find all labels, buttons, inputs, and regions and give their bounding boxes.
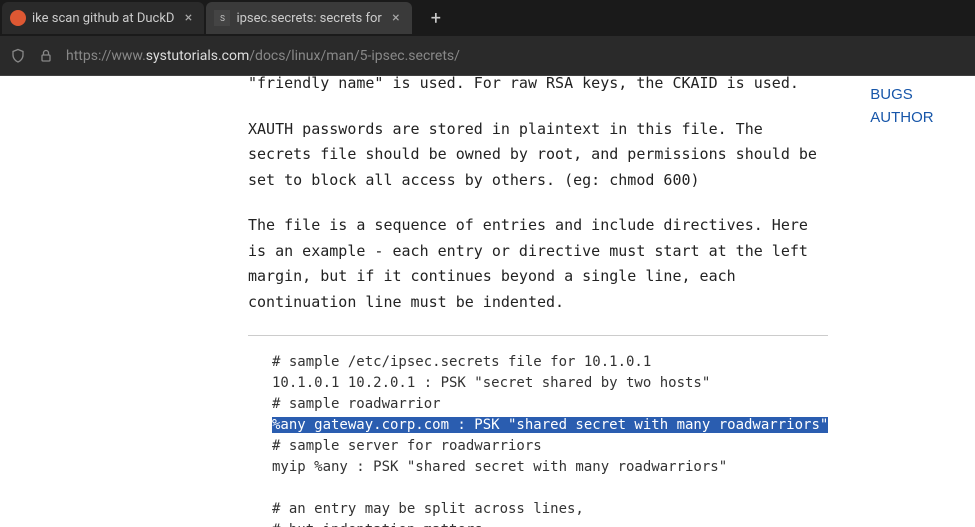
shield-icon[interactable] xyxy=(10,48,26,64)
tab-inactive[interactable]: ike scan github at DuckD × xyxy=(2,2,204,34)
url-path: /docs/linux/man/5-ipsec.secrets/ xyxy=(249,48,460,64)
code-line: # sample /etc/ipsec.secrets file for 10.… xyxy=(272,354,651,370)
lock-icon[interactable] xyxy=(38,48,54,64)
sidebar-link-author[interactable]: AUTHOR xyxy=(870,109,975,126)
code-line-selected: %any gateway.corp.com : PSK "shared secr… xyxy=(272,417,828,433)
tab-bar: ike scan github at DuckD × S ipsec.secre… xyxy=(0,0,975,36)
sidebar-link-bugs[interactable]: BUGS xyxy=(870,86,975,103)
code-line: # an entry may be split across lines, xyxy=(272,501,584,517)
code-line: # sample server for roadwarriors xyxy=(272,438,542,454)
code-line: # but indentation matters xyxy=(272,522,483,527)
tab-title: ike scan github at DuckD xyxy=(32,11,174,26)
paragraph: The file is a sequence of entries and in… xyxy=(248,213,828,315)
close-icon[interactable]: × xyxy=(388,10,404,26)
close-icon[interactable]: × xyxy=(180,10,196,26)
new-tab-button[interactable]: + xyxy=(422,4,450,32)
tab-active[interactable]: S ipsec.secrets: secrets for × xyxy=(206,2,411,34)
site-icon: S xyxy=(214,10,230,26)
main-content: "friendly name" is used. For raw RSA key… xyxy=(0,76,858,527)
code-line: 10.1.0.1 10.2.0.1 : PSK "secret shared b… xyxy=(272,375,710,391)
url-prefix: https://www. xyxy=(66,48,146,64)
content-area: "friendly name" is used. For raw RSA key… xyxy=(0,76,975,527)
paragraph: "friendly name" is used. For raw RSA key… xyxy=(248,76,828,97)
duckduckgo-icon xyxy=(10,10,26,26)
tab-title: ipsec.secrets: secrets for xyxy=(236,11,381,26)
sidebar: BUGS AUTHOR xyxy=(858,76,975,527)
code-line: myip %any : PSK "shared secret with many… xyxy=(272,459,727,475)
url-bar: https://www.systutorials.com/docs/linux/… xyxy=(0,36,975,76)
url-text[interactable]: https://www.systutorials.com/docs/linux/… xyxy=(66,48,965,64)
url-domain: systutorials.com xyxy=(146,48,249,64)
code-block: # sample /etc/ipsec.secrets file for 10.… xyxy=(248,335,828,527)
paragraph: XAUTH passwords are stored in plaintext … xyxy=(248,117,828,194)
code-line: # sample roadwarrior xyxy=(272,396,441,412)
